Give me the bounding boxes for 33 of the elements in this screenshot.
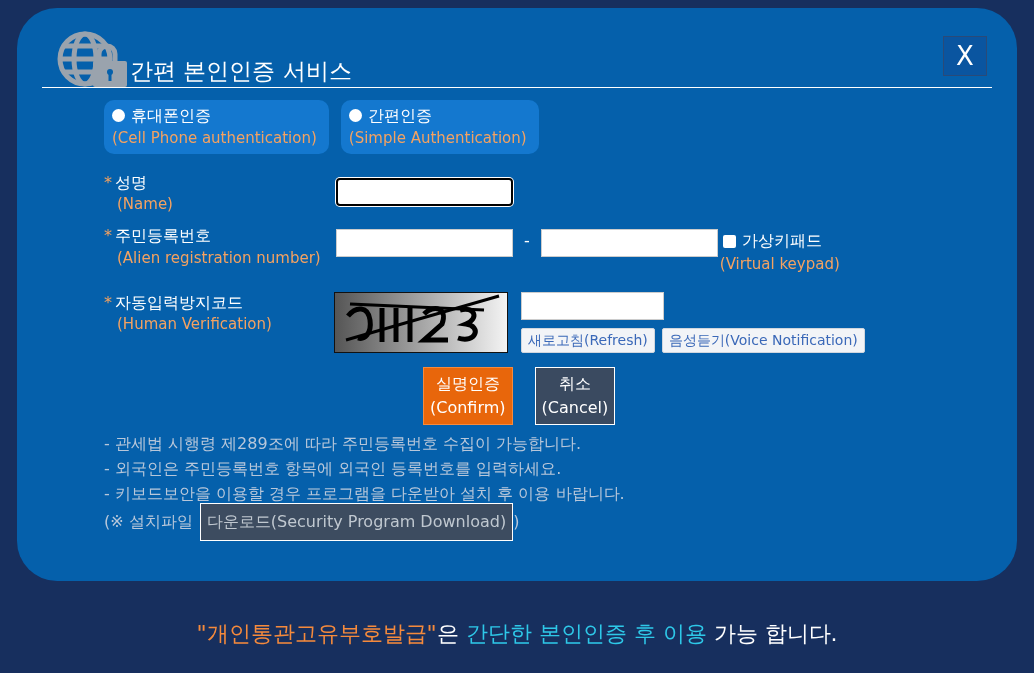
field-sublabel: (Name)	[117, 194, 174, 216]
checkbox-label: 가상키패드	[741, 230, 822, 253]
notice-text: - 키보드보안을 이용할 경우 프로그램을 다운받아 설치 후 이용 바랍니다.	[104, 482, 626, 505]
notice-text: )	[513, 511, 520, 534]
cancel-button[interactable]: 취소 (Cancel)	[534, 366, 616, 425]
notice-text: (※ 설치파일	[104, 511, 193, 534]
captcha-field[interactable]	[521, 291, 664, 320]
dialog-title: 간편 본인인증 서비스	[130, 60, 352, 83]
captcha-button[interactable]: 새로고침(Refresh)	[521, 327, 655, 353]
checkbox[interactable]	[722, 234, 736, 248]
required-mark: *	[104, 172, 112, 192]
field-sublabel: (Alien registration number)	[117, 247, 322, 269]
required-mark: *	[104, 292, 112, 312]
checkbox-sublabel: (Virtual keypad)	[719, 254, 840, 276]
text-field[interactable]	[336, 177, 513, 206]
notice-text: - 외국인은 주민등록번호 항목에 외국인 등록번호를 입력하세요.	[104, 457, 563, 480]
separator-dash: -	[524, 230, 530, 253]
required-mark: *	[104, 226, 112, 246]
field-label: 성명	[115, 172, 147, 192]
radio-button[interactable]	[348, 109, 362, 122]
close-button[interactable]: X	[943, 36, 987, 76]
field-label: 자동입력방지코드	[115, 292, 243, 312]
download-button[interactable]: 다운로드(Security Program Download)	[199, 502, 514, 541]
field-sublabel: (Human Verification)	[117, 314, 273, 336]
auth-option[interactable]: 휴대폰인증 (Cell Phone authentication)	[104, 100, 329, 154]
globe-lock-icon	[55, 31, 129, 87]
captcha-button[interactable]: 음성듣기(Voice Notification)	[661, 327, 865, 353]
footer-message: "개인통관고유부호발급"은 간단한 본인인증 후 이용 가능 합니다.	[195, 620, 839, 648]
auth-option[interactable]: 간편인증 (Simple Authentication)	[340, 100, 539, 154]
notice-text: - 관세법 시행령 제289조에 따라 주민등록번호 수집이 가능합니다.	[104, 432, 582, 455]
confirm-button[interactable]: 실명인증 (Confirm)	[423, 366, 513, 425]
radio-button[interactable]	[112, 109, 125, 122]
field-label: 주민등록번호	[115, 226, 211, 246]
